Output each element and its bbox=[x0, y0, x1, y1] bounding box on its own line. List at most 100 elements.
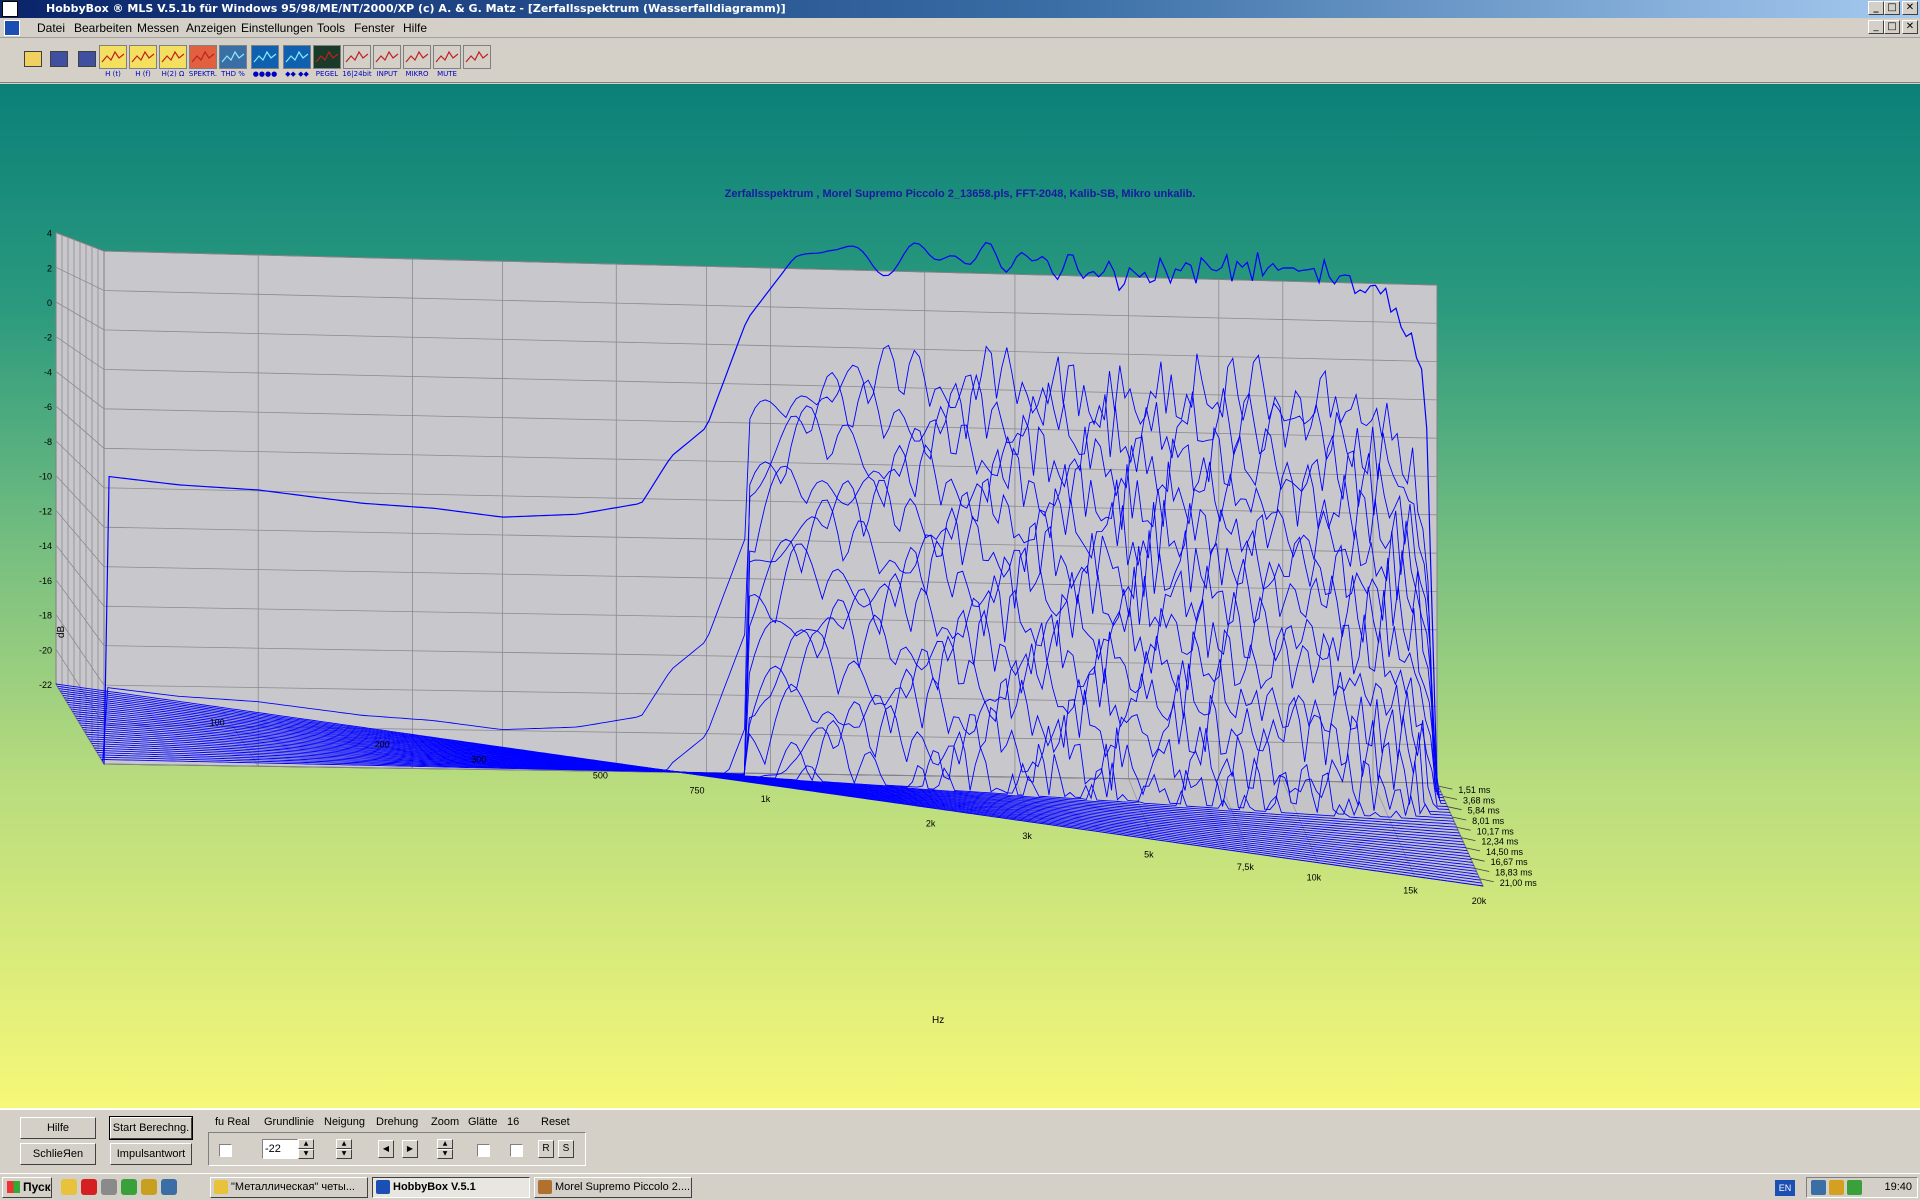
input-button[interactable]: INPUT bbox=[370, 45, 404, 79]
y-tick-label: -16 bbox=[39, 576, 52, 586]
spin-up-icon[interactable]: ▲ bbox=[437, 1139, 453, 1149]
rotate-left-button[interactable]: ◀ bbox=[378, 1140, 394, 1158]
frequency-response-button[interactable]: H (f) bbox=[126, 45, 160, 79]
toolbar-label: THD % bbox=[221, 70, 245, 78]
baseline-input[interactable]: -22 bbox=[262, 1139, 298, 1159]
spin-up-icon[interactable]: ▲ bbox=[298, 1139, 314, 1149]
menu-bearbeiten[interactable]: Bearbeiten bbox=[74, 21, 132, 35]
menu-tools[interactable]: Tools bbox=[317, 21, 345, 35]
spin-down-icon[interactable]: ▼ bbox=[437, 1149, 453, 1159]
menu-anzeigen[interactable]: Anzeigen bbox=[186, 21, 236, 35]
tilt-spinner[interactable]: ▲ ▼ bbox=[336, 1139, 352, 1159]
archive-icon[interactable] bbox=[141, 1179, 157, 1195]
spin-down-icon[interactable]: ▼ bbox=[336, 1149, 352, 1159]
level-icon bbox=[313, 45, 341, 69]
spin-down-icon[interactable]: ▼ bbox=[298, 1149, 314, 1159]
chart-title: Zerfallsspektrum , Morel Supremo Piccolo… bbox=[725, 188, 1196, 200]
thd-button[interactable]: THD % bbox=[216, 45, 250, 79]
menu-messen[interactable]: Messen bbox=[137, 21, 179, 35]
opera-icon[interactable] bbox=[81, 1179, 97, 1195]
smoothing-value: 16 bbox=[507, 1116, 520, 1128]
y-tick-label: 2 bbox=[47, 263, 52, 273]
explorer-icon[interactable] bbox=[161, 1179, 177, 1195]
task-browser[interactable]: "Металлическая" четы... bbox=[210, 1177, 368, 1198]
x-tick-label: 300 bbox=[471, 754, 486, 764]
taskbar: Пуск "Металлическая" четы... HobbyBox V.… bbox=[0, 1173, 1920, 1200]
chrome-icon[interactable] bbox=[61, 1179, 77, 1195]
reset-r-button[interactable]: R bbox=[538, 1140, 554, 1158]
windows-flag-icon bbox=[7, 1181, 20, 1193]
x-tick-label: 2k bbox=[926, 818, 936, 828]
level-button[interactable]: PEGEL bbox=[310, 45, 344, 79]
thd-icon bbox=[219, 45, 247, 69]
app-icon[interactable] bbox=[2, 1, 18, 17]
doc-restore-button[interactable]: □ bbox=[1884, 20, 1900, 34]
bit-button[interactable]: 16|24bit bbox=[340, 45, 374, 79]
toolbar-label: H(2) Ω bbox=[161, 70, 185, 78]
bargraph-icon bbox=[283, 45, 311, 69]
baseline-spinner[interactable]: ▲ ▼ bbox=[298, 1139, 314, 1159]
toolbar-label: H (t) bbox=[105, 70, 121, 78]
option-checkbox[interactable] bbox=[510, 1144, 523, 1157]
mute-icon bbox=[433, 45, 461, 69]
microphone-button[interactable]: MIKRO bbox=[400, 45, 434, 79]
print-icon bbox=[78, 51, 96, 67]
volume-icon[interactable] bbox=[1829, 1180, 1844, 1195]
x-tick-label: 20k bbox=[1472, 896, 1487, 906]
menu-fenster[interactable]: Fenster bbox=[354, 21, 395, 35]
doc-close-button[interactable]: ✕ bbox=[1902, 20, 1918, 34]
y-tick-label: -18 bbox=[39, 611, 52, 621]
time-tick-label: 1,51 ms bbox=[1458, 785, 1491, 795]
menu-einstellungen[interactable]: Einstellungen bbox=[241, 21, 313, 35]
impulse-response-button[interactable]: H (t) bbox=[96, 45, 130, 79]
impedance-icon bbox=[159, 45, 187, 69]
task-label: Morel Supremo Piccolo 2.... bbox=[555, 1181, 691, 1193]
impedance-button[interactable]: H(2) Ω bbox=[156, 45, 190, 79]
language-indicator[interactable]: EN bbox=[1775, 1180, 1795, 1196]
toolbar-label: SPEKTR. bbox=[188, 70, 218, 78]
impulse-response-button[interactable]: Impulsantwort bbox=[110, 1143, 192, 1165]
y-tick-label: -8 bbox=[44, 437, 52, 447]
label-zoom: Zoom bbox=[431, 1116, 460, 1128]
menu-datei[interactable]: Datei bbox=[37, 21, 65, 35]
security-icon[interactable] bbox=[1847, 1180, 1862, 1195]
x-tick-label: 10k bbox=[1307, 873, 1322, 883]
waterfall-plot: 4 2 0 -2 -4 -6 -8 -10 -12 -14 -16 -18 -20 -22 100 200 30… bbox=[0, 84, 1920, 1108]
doc-minimize-button[interactable]: _ bbox=[1868, 20, 1884, 34]
exit-button[interactable] bbox=[460, 45, 494, 79]
smoothing-checkbox[interactable] bbox=[477, 1144, 490, 1157]
document-icon[interactable] bbox=[4, 20, 20, 36]
start-button[interactable]: Пуск bbox=[2, 1177, 52, 1198]
real-checkbox[interactable] bbox=[219, 1144, 232, 1157]
y-tick-label: 0 bbox=[47, 298, 52, 308]
start-calculation-button[interactable]: Start Berechng. bbox=[109, 1116, 193, 1140]
close-button[interactable]: ✕ bbox=[1902, 1, 1918, 15]
y-tick-label: -12 bbox=[39, 506, 52, 516]
time-tick bbox=[1465, 847, 1481, 852]
help-button[interactable]: Hilfe bbox=[20, 1117, 96, 1139]
utorrent-icon[interactable] bbox=[121, 1179, 137, 1195]
bargraph-button[interactable]: ◆◆ ◆◆ bbox=[280, 45, 314, 79]
save-icon bbox=[50, 51, 68, 67]
rotate-right-button[interactable]: ▶ bbox=[402, 1140, 418, 1158]
meter-button[interactable]: ●●●● bbox=[248, 45, 282, 79]
menu-hilfe[interactable]: Hilfe bbox=[403, 21, 427, 35]
mute-button[interactable]: MUTE bbox=[430, 45, 464, 79]
zoom-spinner[interactable]: ▲ ▼ bbox=[437, 1139, 453, 1159]
spin-up-icon[interactable]: ▲ bbox=[336, 1139, 352, 1149]
maximize-button[interactable]: □ bbox=[1884, 1, 1900, 15]
x-tick-label: 15k bbox=[1403, 885, 1418, 895]
title-bar: HobbyBox ® MLS V.5.1b für Windows 95/98/… bbox=[0, 0, 1920, 18]
time-tick bbox=[1475, 868, 1490, 872]
task-hobbybox[interactable]: HobbyBox V.5.1 bbox=[372, 1177, 530, 1198]
system-tray: EN 19:40 bbox=[1775, 1177, 1918, 1198]
reset-s-button[interactable]: S bbox=[558, 1140, 574, 1158]
x-axis-label: Hz bbox=[932, 1015, 944, 1026]
spectrum-button[interactable]: SPEKTR. bbox=[186, 45, 220, 79]
task-image[interactable]: Morel Supremo Piccolo 2.... bbox=[534, 1177, 692, 1198]
calculator-icon[interactable] bbox=[101, 1179, 117, 1195]
close-window-button[interactable]: SchlieЯen bbox=[20, 1143, 96, 1165]
network-icon[interactable] bbox=[1811, 1180, 1826, 1195]
minimize-button[interactable]: _ bbox=[1868, 1, 1884, 15]
y-tick-label: -10 bbox=[39, 472, 52, 482]
